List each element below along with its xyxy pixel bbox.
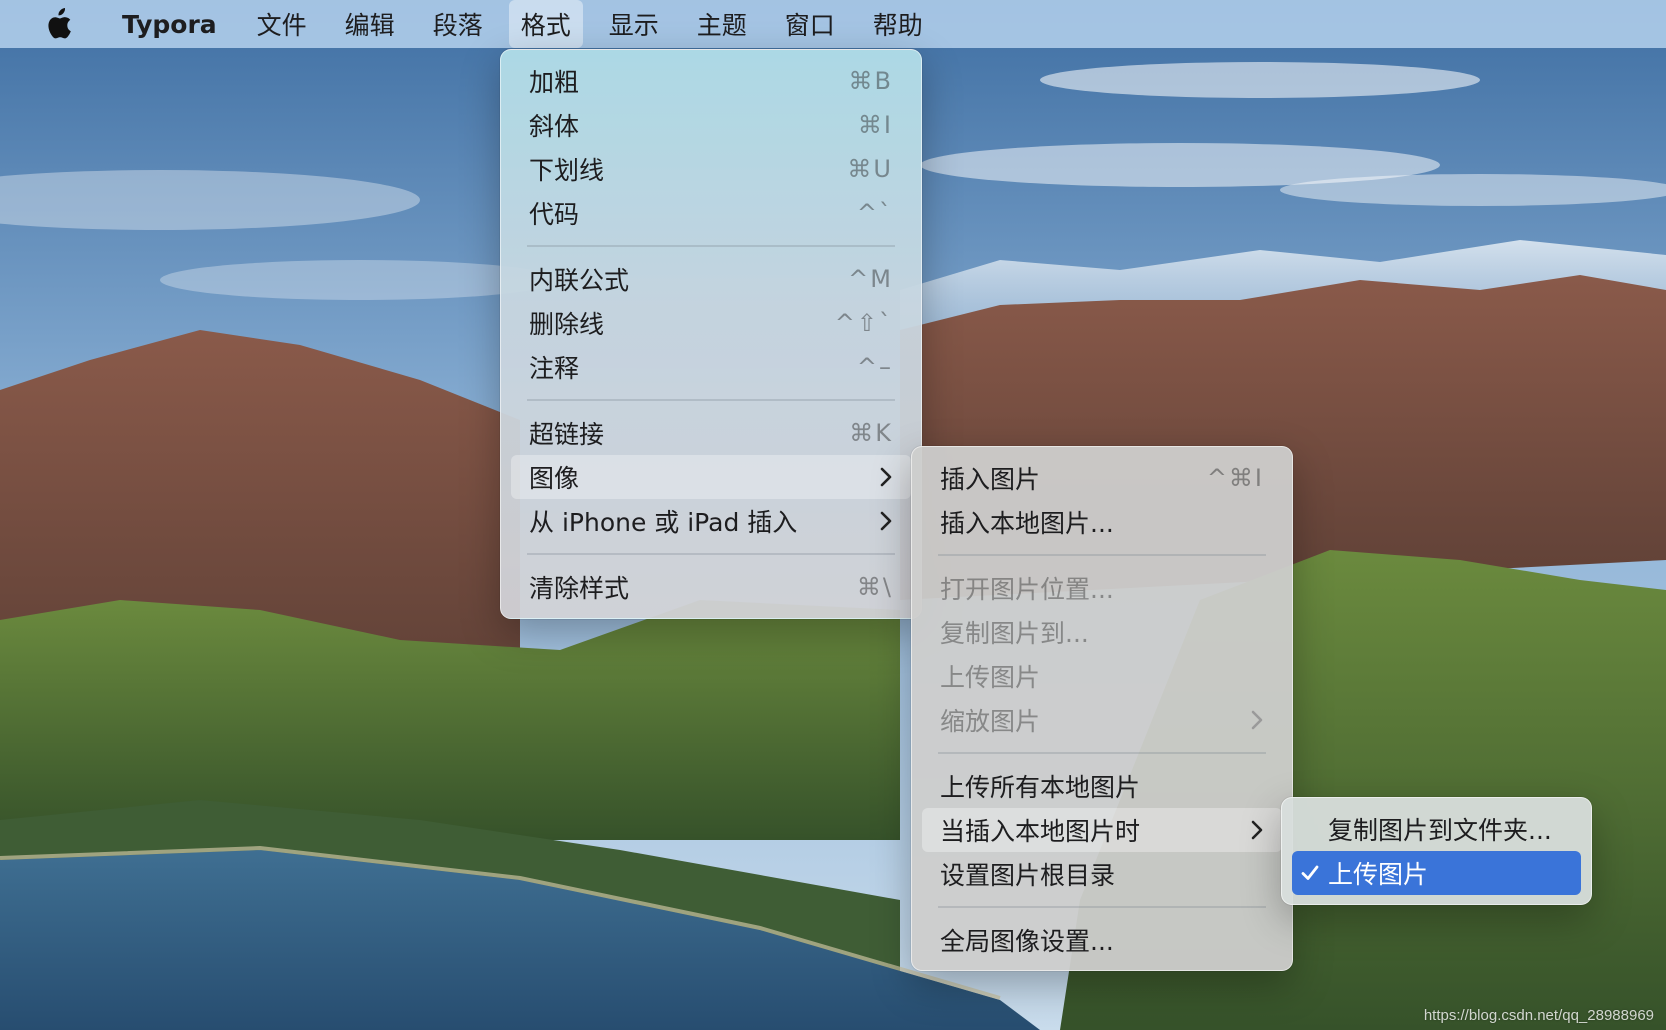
menu-item-label: 超链接 bbox=[529, 420, 605, 449]
menu-item-label: 内联公式 bbox=[529, 266, 630, 295]
menu-item-label: 复制图片到... bbox=[940, 619, 1089, 648]
menu-item-comment[interactable]: 注释 ^– bbox=[511, 345, 911, 389]
menu-item-label: 上传所有本地图片 bbox=[940, 773, 1141, 802]
menu-item-insert-local-image[interactable]: 插入本地图片... bbox=[922, 500, 1282, 544]
menu-item-label: 加粗 bbox=[529, 68, 580, 97]
menu-item-label: 注释 bbox=[529, 354, 580, 383]
menu-item-label: 复制图片到文件夹... bbox=[1328, 816, 1552, 845]
menu-item-label: 插入图片 bbox=[940, 465, 1041, 494]
format-menu: 加粗 ⌘B 斜体 ⌘I 下划线 ⌘U 代码 ^` 内联公式 ^M 删除线 ^⇧`… bbox=[500, 49, 922, 619]
menu-item-label: 当插入本地图片时 bbox=[940, 817, 1141, 846]
when-insert-submenu: 复制图片到文件夹... 上传图片 bbox=[1281, 797, 1592, 905]
menu-item-shortcut: ^` bbox=[856, 199, 893, 227]
apple-logo-icon[interactable] bbox=[42, 8, 74, 40]
menu-item-insert-from-iphone[interactable]: 从 iPhone 或 iPad 插入 bbox=[511, 499, 911, 543]
menubar-item-edit[interactable]: 编辑 bbox=[333, 0, 407, 48]
menu-item-shortcut: ⌘B bbox=[848, 67, 893, 95]
menu-item-label: 删除线 bbox=[529, 310, 605, 339]
menu-bar: Typora 文件 编辑 段落 格式 显示 主题 窗口 帮助 bbox=[0, 0, 1666, 48]
menu-item-label: 打开图片位置... bbox=[940, 575, 1114, 604]
menu-item-shortcut: ^– bbox=[856, 353, 893, 381]
menu-item-open-image-location: 打开图片位置... bbox=[922, 566, 1282, 610]
menu-item-label: 上传图片 bbox=[1328, 860, 1429, 889]
menu-item-label: 设置图片根目录 bbox=[940, 861, 1116, 890]
menu-item-code[interactable]: 代码 ^` bbox=[511, 191, 911, 235]
menu-item-shortcut: ⌘\ bbox=[856, 573, 893, 601]
menubar-item-window[interactable]: 窗口 bbox=[773, 0, 847, 48]
menu-item-when-insert-local-image[interactable]: 当插入本地图片时 bbox=[922, 808, 1282, 852]
menu-item-clear-format[interactable]: 清除样式 ⌘\ bbox=[511, 565, 911, 609]
menu-item-set-image-root[interactable]: 设置图片根目录 bbox=[922, 852, 1282, 896]
menu-item-zoom-image: 缩放图片 bbox=[922, 698, 1282, 742]
menubar-item-paragraph[interactable]: 段落 bbox=[421, 0, 495, 48]
menubar-item-typora[interactable]: Typora bbox=[110, 0, 229, 48]
menu-item-bold[interactable]: 加粗 ⌘B bbox=[511, 59, 911, 103]
menu-separator bbox=[511, 543, 911, 565]
menu-separator bbox=[922, 896, 1282, 918]
chevron-right-icon bbox=[879, 467, 893, 487]
menu-item-insert-image[interactable]: 插入图片 ^⌘I bbox=[922, 456, 1282, 500]
checkmark-icon bbox=[1300, 863, 1326, 883]
menu-item-label: 上传图片 bbox=[940, 663, 1041, 692]
menu-item-label: 插入本地图片... bbox=[940, 509, 1114, 538]
menu-item-italic[interactable]: 斜体 ⌘I bbox=[511, 103, 911, 147]
menu-item-label: 图像 bbox=[529, 464, 580, 493]
chevron-right-icon bbox=[879, 511, 893, 531]
menu-item-global-image-settings[interactable]: 全局图像设置... bbox=[922, 918, 1282, 962]
watermark-text: https://blog.csdn.net/qq_28988969 bbox=[1423, 1007, 1654, 1024]
menubar-item-help[interactable]: 帮助 bbox=[861, 0, 935, 48]
menu-item-shortcut: ^M bbox=[848, 265, 893, 293]
menu-item-label: 全局图像设置... bbox=[940, 927, 1114, 956]
menu-item-image[interactable]: 图像 bbox=[511, 455, 911, 499]
chevron-right-icon bbox=[1250, 710, 1264, 730]
menu-separator bbox=[511, 235, 911, 257]
menubar-item-view[interactable]: 显示 bbox=[597, 0, 671, 48]
chevron-right-icon bbox=[1250, 820, 1264, 840]
menu-item-shortcut: ^⇧` bbox=[834, 309, 893, 337]
menubar-item-format[interactable]: 格式 bbox=[508, 0, 583, 48]
menu-item-upload-all-local-images[interactable]: 上传所有本地图片 bbox=[922, 764, 1282, 808]
menu-separator bbox=[922, 544, 1282, 566]
menu-item-upload-image-option[interactable]: 上传图片 bbox=[1292, 851, 1581, 895]
menu-item-shortcut: ⌘U bbox=[847, 155, 893, 183]
menu-item-shortcut: ⌘K bbox=[849, 419, 893, 447]
menu-item-shortcut: ^⌘I bbox=[1206, 464, 1264, 492]
menubar-item-file[interactable]: 文件 bbox=[245, 0, 319, 48]
menu-item-label: 斜体 bbox=[529, 112, 580, 141]
menu-item-strikethrough[interactable]: 删除线 ^⇧` bbox=[511, 301, 911, 345]
menu-item-copy-to-folder[interactable]: 复制图片到文件夹... bbox=[1292, 807, 1581, 851]
menu-item-label: 清除样式 bbox=[529, 574, 630, 603]
menu-item-inline-math[interactable]: 内联公式 ^M bbox=[511, 257, 911, 301]
menu-item-hyperlink[interactable]: 超链接 ⌘K bbox=[511, 411, 911, 455]
menubar-item-themes[interactable]: 主题 bbox=[685, 0, 759, 48]
menu-separator bbox=[922, 742, 1282, 764]
menu-item-shortcut: ⌘I bbox=[857, 111, 893, 139]
menu-item-label: 下划线 bbox=[529, 156, 605, 185]
menu-separator bbox=[511, 389, 911, 411]
image-submenu: 插入图片 ^⌘I 插入本地图片... 打开图片位置... 复制图片到... 上传… bbox=[911, 446, 1293, 971]
menu-item-label: 缩放图片 bbox=[940, 707, 1041, 736]
menu-item-upload-image: 上传图片 bbox=[922, 654, 1282, 698]
menu-item-label: 从 iPhone 或 iPad 插入 bbox=[529, 508, 798, 537]
menu-item-label: 代码 bbox=[529, 200, 580, 229]
menu-item-copy-image-to: 复制图片到... bbox=[922, 610, 1282, 654]
menu-item-underline[interactable]: 下划线 ⌘U bbox=[511, 147, 911, 191]
